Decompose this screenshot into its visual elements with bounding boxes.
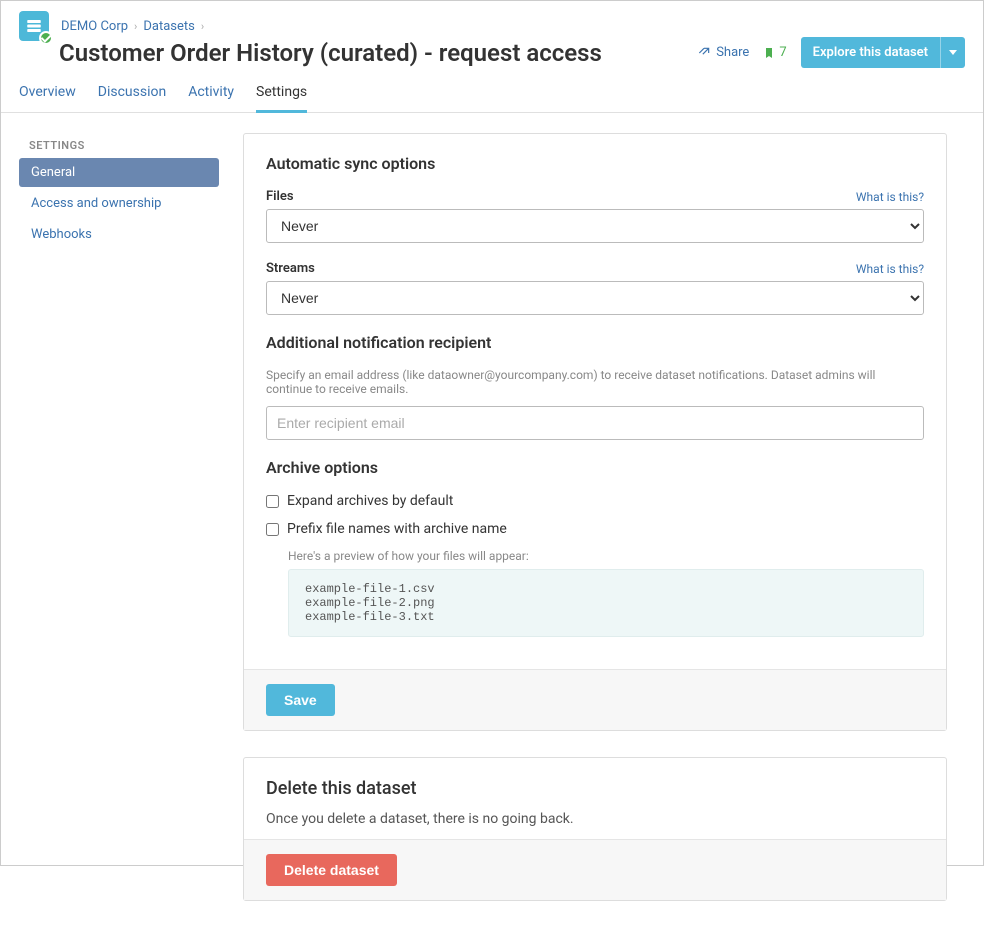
save-button[interactable]: Save xyxy=(266,684,335,716)
files-sync-select[interactable]: Never xyxy=(266,209,924,243)
page-title: Customer Order History (curated) - reque… xyxy=(59,39,697,67)
tab-overview[interactable]: Overview xyxy=(19,78,76,112)
breadcrumb-org[interactable]: DEMO Corp xyxy=(61,19,128,34)
tab-discussion[interactable]: Discussion xyxy=(98,78,166,112)
tab-activity[interactable]: Activity xyxy=(188,78,234,112)
explore-dataset-button[interactable]: Explore this dataset xyxy=(801,37,965,68)
sidebar-item-webhooks[interactable]: Webhooks xyxy=(19,220,219,249)
bookmark-icon xyxy=(763,46,775,60)
prefix-filenames-checkbox[interactable] xyxy=(266,523,279,536)
files-label: Files xyxy=(266,189,294,204)
files-help-link[interactable]: What is this? xyxy=(856,190,924,204)
explore-dropdown-toggle[interactable] xyxy=(940,37,965,68)
prefix-filenames-label: Prefix file names with archive name xyxy=(287,521,507,537)
sidebar-item-access[interactable]: Access and ownership xyxy=(19,189,219,218)
notify-subtext: Specify an email address (like dataowner… xyxy=(266,368,924,396)
share-button[interactable]: Share xyxy=(697,45,749,60)
chevron-down-icon xyxy=(949,50,957,55)
expand-archives-label: Expand archives by default xyxy=(287,493,453,509)
archive-section-title: Archive options xyxy=(266,458,924,477)
streams-help-link[interactable]: What is this? xyxy=(856,262,924,276)
sidebar-item-general[interactable]: General xyxy=(19,158,219,187)
notify-section-title: Additional notification recipient xyxy=(266,333,924,352)
delete-title: Delete this dataset xyxy=(266,778,924,799)
filename-preview: example-file-1.csv example-file-2.png ex… xyxy=(288,569,924,637)
settings-sidebar: SETTINGS General Access and ownership We… xyxy=(19,133,219,927)
explore-label: Explore this dataset xyxy=(801,37,940,68)
sidebar-heading: SETTINGS xyxy=(19,133,219,158)
delete-dataset-button[interactable]: Delete dataset xyxy=(266,854,397,886)
bookmark-count[interactable]: 7 xyxy=(763,45,786,60)
chevron-right-icon: › xyxy=(201,20,204,33)
chevron-right-icon: › xyxy=(134,20,137,33)
bookmark-count-value: 7 xyxy=(779,45,786,60)
share-icon xyxy=(697,46,711,60)
recipient-email-input[interactable] xyxy=(266,406,924,440)
streams-sync-select[interactable]: Never xyxy=(266,281,924,315)
tabs: Overview Discussion Activity Settings xyxy=(1,78,983,113)
dataset-icon xyxy=(19,11,49,41)
breadcrumb-datasets[interactable]: Datasets xyxy=(143,19,195,34)
preview-label: Here's a preview of how your files will … xyxy=(288,549,924,563)
delete-panel: Delete this dataset Once you delete a da… xyxy=(243,757,947,901)
expand-archives-checkbox[interactable] xyxy=(266,495,279,508)
share-label: Share xyxy=(716,45,749,60)
sync-section-title: Automatic sync options xyxy=(266,154,924,173)
streams-label: Streams xyxy=(266,261,315,276)
tab-settings[interactable]: Settings xyxy=(256,78,307,113)
delete-warning: Once you delete a dataset, there is no g… xyxy=(266,811,924,827)
general-settings-panel: Automatic sync options Files What is thi… xyxy=(243,133,947,731)
check-badge-icon xyxy=(39,31,53,45)
